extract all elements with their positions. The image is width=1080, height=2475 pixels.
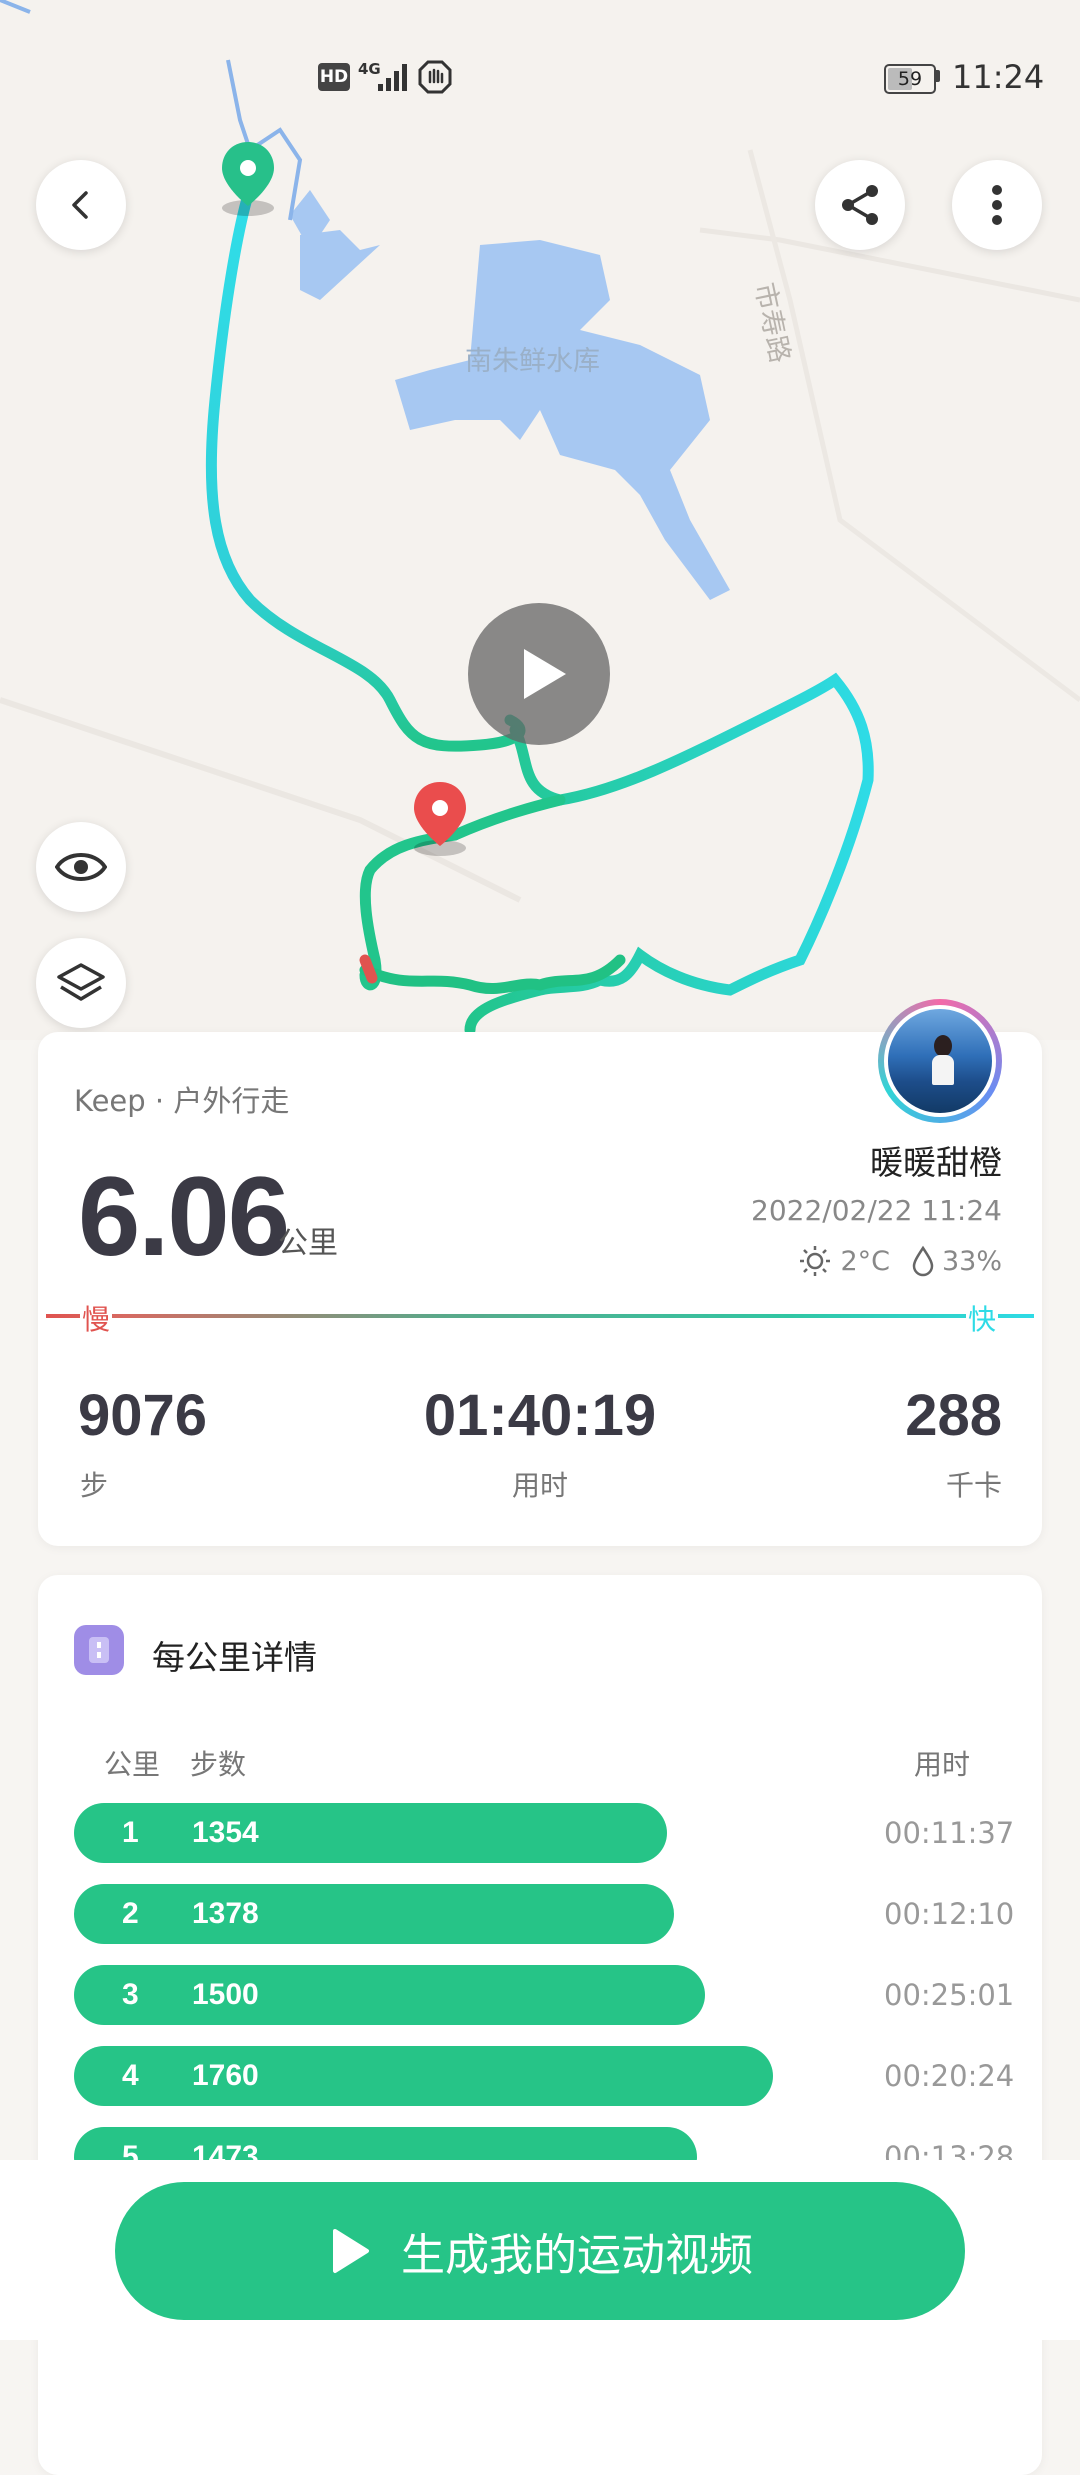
duration-value: 01:40:19 — [423, 1383, 657, 1448]
duration-label: 用时 — [511, 1469, 568, 1502]
km-row: 3 1500 00:25:01 — [74, 1965, 1014, 2025]
km-steps-bar: 1 1354 — [74, 1803, 667, 1863]
more-icon — [992, 185, 1002, 225]
km-steps-bar: 4 1760 — [74, 2046, 773, 2106]
back-icon — [72, 191, 88, 219]
play-icon — [333, 2229, 369, 2273]
km-number: 3 — [122, 1978, 139, 2011]
sun-icon — [800, 1246, 831, 1276]
back-button[interactable] — [36, 160, 126, 250]
weather: 2°C 33% — [798, 1244, 1002, 1278]
status-bar: HD 4G 59 11:24 — [0, 0, 1080, 150]
layers-icon — [57, 963, 105, 1001]
signal-icon — [378, 64, 407, 91]
bottom-action-bar: 生成我的运动视频 — [0, 2160, 1080, 2340]
km-steps: 1760 — [192, 2059, 259, 2092]
temperature: 2°C — [840, 1245, 890, 1277]
column-km: 公里 — [104, 1748, 161, 1781]
ruler-icon — [74, 1625, 124, 1675]
clock: 11:24 — [952, 58, 1045, 96]
battery-level: 59 — [897, 68, 923, 90]
per-km-details-card: 每公里详情 公里 步数 用时 1 1354 00:11:37 2 1378 00:12:1… — [38, 1575, 1042, 2475]
start-pin-icon — [218, 140, 278, 220]
hd-badge: HD — [318, 63, 350, 91]
route-map[interactable]: 南朱鲜水库 市寿路 — [0, 0, 1080, 1040]
km-time: 00:11:37 — [884, 1816, 1015, 1850]
eye-icon — [55, 853, 107, 881]
km-steps-bar: 2 1378 — [74, 1884, 674, 1944]
hand-icon — [418, 60, 452, 94]
pace-fast-label: 快 — [966, 1298, 999, 1338]
km-number: 4 — [122, 2059, 139, 2092]
visibility-toggle-button[interactable] — [36, 822, 126, 912]
end-pin-icon — [410, 780, 470, 860]
replay-play-button[interactable] — [468, 603, 610, 745]
km-steps: 1354 — [192, 1816, 259, 1849]
more-button[interactable] — [952, 160, 1042, 250]
km-steps-bar: 3 1500 — [74, 1965, 705, 2025]
generate-video-label: 生成我的运动视频 — [401, 2230, 753, 2281]
column-steps: 步数 — [190, 1748, 247, 1781]
km-number: 1 — [122, 1816, 139, 1849]
user-name: 暖暖甜橙 — [870, 1143, 1002, 1182]
distance-unit: 公里 — [278, 1226, 338, 1261]
km-steps: 1378 — [192, 1897, 259, 1930]
calories-label: 千卡 — [945, 1469, 1002, 1502]
generate-video-button[interactable]: 生成我的运动视频 — [115, 2182, 965, 2320]
pace-slow-label: 慢 — [80, 1298, 113, 1338]
km-row: 2 1378 00:12:10 — [74, 1884, 1014, 1944]
map-layers-button[interactable] — [36, 938, 126, 1028]
summary-card: Keep · 户外行走 6.06 公里 暖暖甜橙 2022/02/22 11:2… — [38, 999, 1042, 1546]
humidity: 33% — [941, 1245, 1002, 1277]
column-time: 用时 — [913, 1748, 970, 1781]
km-number: 2 — [122, 1897, 139, 1930]
km-steps: 1500 — [192, 1978, 259, 2011]
share-icon — [842, 185, 878, 225]
pace-gradient-bar — [46, 1314, 1034, 1318]
km-row: 1 1354 00:11:37 — [74, 1803, 1014, 1863]
play-icon — [524, 649, 566, 699]
km-time: 00:25:01 — [884, 1978, 1015, 2012]
km-time: 00:12:10 — [884, 1897, 1015, 1931]
activity-source: Keep · 户外行走 — [74, 1084, 290, 1118]
distance-value: 6.06 — [78, 1154, 290, 1279]
avatar[interactable] — [878, 999, 1002, 1123]
battery-icon: 59 — [884, 64, 936, 94]
km-row: 4 1760 00:20:24 — [74, 2046, 1014, 2106]
km-time: 00:20:24 — [884, 2059, 1015, 2093]
details-title: 每公里详情 — [152, 1638, 317, 1677]
share-button[interactable] — [815, 160, 905, 250]
activity-datetime: 2022/02/22 11:24 — [751, 1194, 1002, 1227]
drop-icon — [912, 1245, 934, 1277]
calories-value: 288 — [905, 1383, 1002, 1448]
reservoir-label: 南朱鲜水库 — [465, 346, 600, 377]
reservoir-water — [290, 190, 730, 600]
map-canvas: 南朱鲜水库 市寿路 — [0, 0, 1080, 1036]
